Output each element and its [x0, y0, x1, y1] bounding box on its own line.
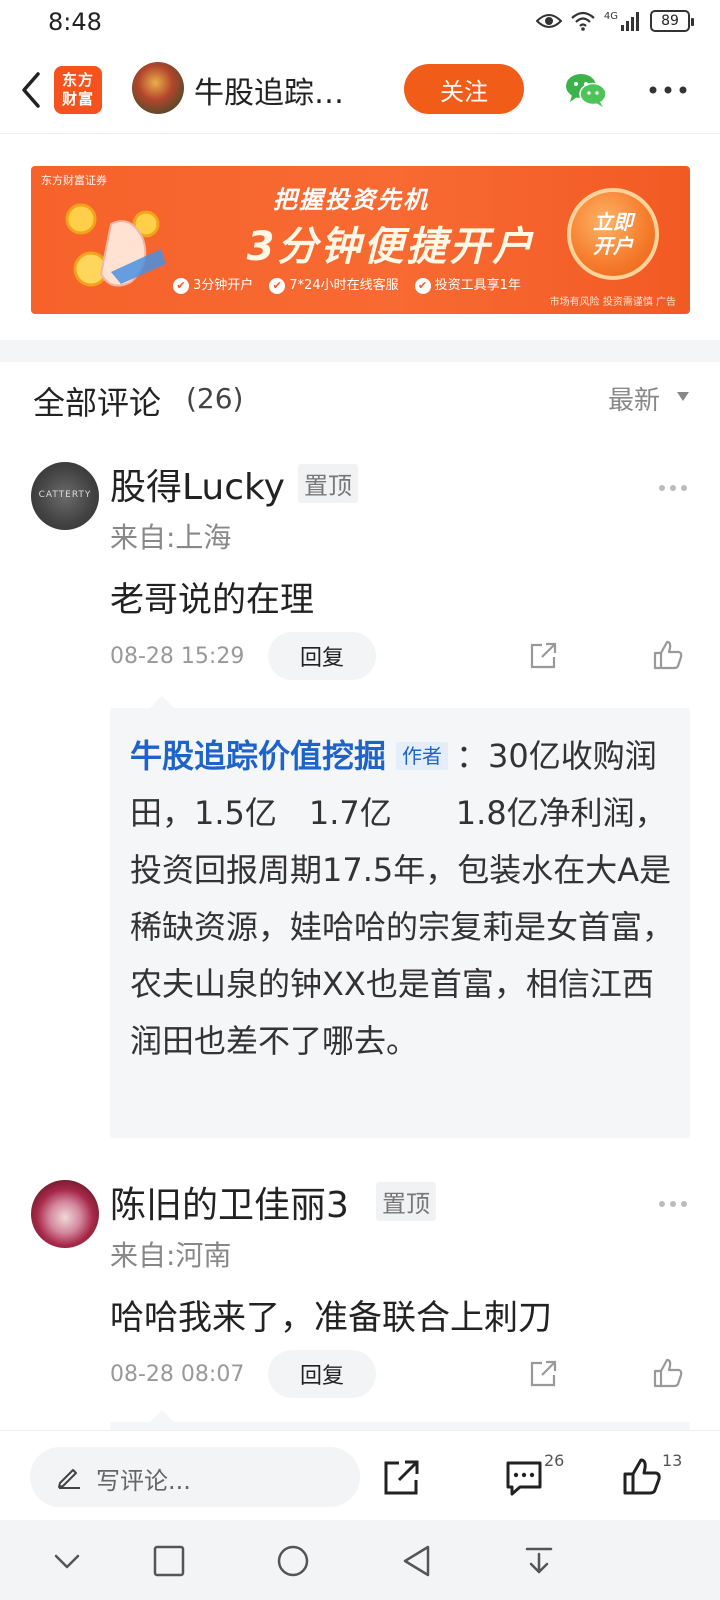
caret-down-icon[interactable] [677, 392, 689, 402]
back-arrow-icon[interactable] [14, 68, 48, 112]
more-options-icon[interactable] [648, 84, 688, 96]
reply-button[interactable]: 回复 [268, 632, 376, 680]
ad-banner[interactable]: 东方财富证券 把握投资先机 3分钟便捷开户 3分钟开户 7*24小时在线客服 投… [31, 166, 690, 314]
share-icon[interactable] [528, 1359, 558, 1389]
author-name[interactable]: 牛股追踪… [194, 68, 344, 112]
reply-content: 牛股追踪价值挖掘 作者 ：30亿收购润田，1.5亿 1.7亿 1.8亿净利润，投资回… [130, 728, 674, 1070]
commenter-location: 来自:河南 [110, 1239, 232, 1272]
commenter-avatar[interactable]: CATTERTY [31, 462, 99, 530]
signal-icon [621, 12, 639, 31]
ad-feature: 7*24小时在线客服 [269, 274, 398, 294]
ad-title: 把握投资先机 [273, 186, 429, 214]
like-icon[interactable] [622, 1457, 662, 1497]
comments-count: (26) [186, 382, 244, 415]
reply-text: ：30亿收购润田，1.5亿 1.7亿 1.8亿净利润，投资回报周期17.5年，包… [130, 737, 675, 1060]
battery-icon: 89 [650, 10, 694, 32]
share-icon[interactable] [382, 1459, 420, 1497]
coins-hand-graphic [65, 203, 166, 287]
comment-more-icon[interactable] [658, 484, 688, 492]
ad-brand: 东方财富证券 [41, 174, 107, 187]
author-tag: 作者 [396, 742, 449, 770]
ad-features: 3分钟开户 7*24小时在线客服 投资工具享1年 [173, 274, 521, 294]
like-icon[interactable] [652, 639, 684, 671]
commenter-name[interactable]: 陈旧的卫佳丽3 [110, 1176, 349, 1228]
pinned-badge: 置顶 [298, 464, 358, 503]
network-label: 4G [603, 10, 618, 22]
comment-count: 26 [544, 1451, 565, 1470]
comment-time: 08-28 15:29 [110, 644, 245, 669]
battery-level: 89 [661, 13, 679, 29]
section-divider [0, 340, 720, 362]
follow-button[interactable]: 关注 [404, 64, 524, 114]
status-bar: 8:48 4G 89 [0, 0, 720, 46]
reply-author-name[interactable]: 牛股追踪价值挖掘 [130, 737, 386, 775]
comment-placeholder: 写评论... [96, 1467, 191, 1495]
comment-time: 08-28 08:07 [110, 1362, 245, 1387]
like-count: 13 [662, 1451, 683, 1470]
notification-pull-icon[interactable] [522, 1544, 556, 1578]
share-icon[interactable] [528, 641, 558, 671]
author-avatar[interactable] [132, 62, 184, 114]
status-time: 8:48 [48, 8, 102, 36]
comments-title: 全部评论 [33, 384, 162, 422]
pinned-badge: 置顶 [376, 1182, 436, 1221]
commenter-location: 来自:上海 [110, 521, 232, 554]
ad-open-account-button[interactable]: 立即 开户 [567, 188, 659, 280]
pencil-icon [58, 1469, 80, 1489]
home-icon[interactable] [276, 1544, 310, 1578]
top-navigation: 东方 财富 牛股追踪… 关注 [0, 46, 720, 134]
sort-dropdown[interactable]: 最新 [608, 380, 660, 417]
like-icon[interactable] [652, 1357, 684, 1389]
avatar-watermark: CATTERTY [38, 490, 92, 500]
comment-text: 哈哈我来了，准备联合上刺刀 [110, 1298, 552, 1338]
commenter-avatar[interactable] [31, 1180, 99, 1248]
ad-feature: 投资工具享1年 [415, 274, 521, 294]
wechat-share-icon[interactable] [564, 72, 608, 108]
system-nav-bar [0, 1520, 720, 1600]
recent-apps-icon[interactable] [152, 1544, 186, 1578]
comment-input[interactable]: 写评论... [30, 1447, 360, 1507]
reply-button[interactable]: 回复 [268, 1350, 376, 1398]
status-icons: 4G 89 [535, 10, 694, 32]
wifi-icon [571, 11, 595, 31]
bottom-action-bar: 写评论... 26 13 [0, 1430, 720, 1520]
eye-icon [535, 14, 562, 28]
ad-headline: 3分钟便捷开户 [246, 224, 536, 270]
app-logo[interactable]: 东方 财富 [54, 66, 102, 114]
comment-more-icon[interactable] [658, 1200, 688, 1208]
ad-disclaimer: 市场有风险 投资需谨慎 广告 [549, 297, 676, 308]
commenter-name[interactable]: 股得Lucky [110, 458, 285, 510]
ad-feature: 3分钟开户 [173, 274, 253, 294]
back-triangle-icon[interactable] [400, 1544, 434, 1578]
chevron-down-icon[interactable] [50, 1544, 84, 1578]
author-reply: 牛股追踪价值挖掘 作者 ：30亿收购润田，1.5亿 1.7亿 1.8亿净利润，投资回… [110, 696, 690, 1138]
comment-text: 老哥说的在理 [110, 580, 314, 620]
comment-icon[interactable] [504, 1459, 544, 1497]
